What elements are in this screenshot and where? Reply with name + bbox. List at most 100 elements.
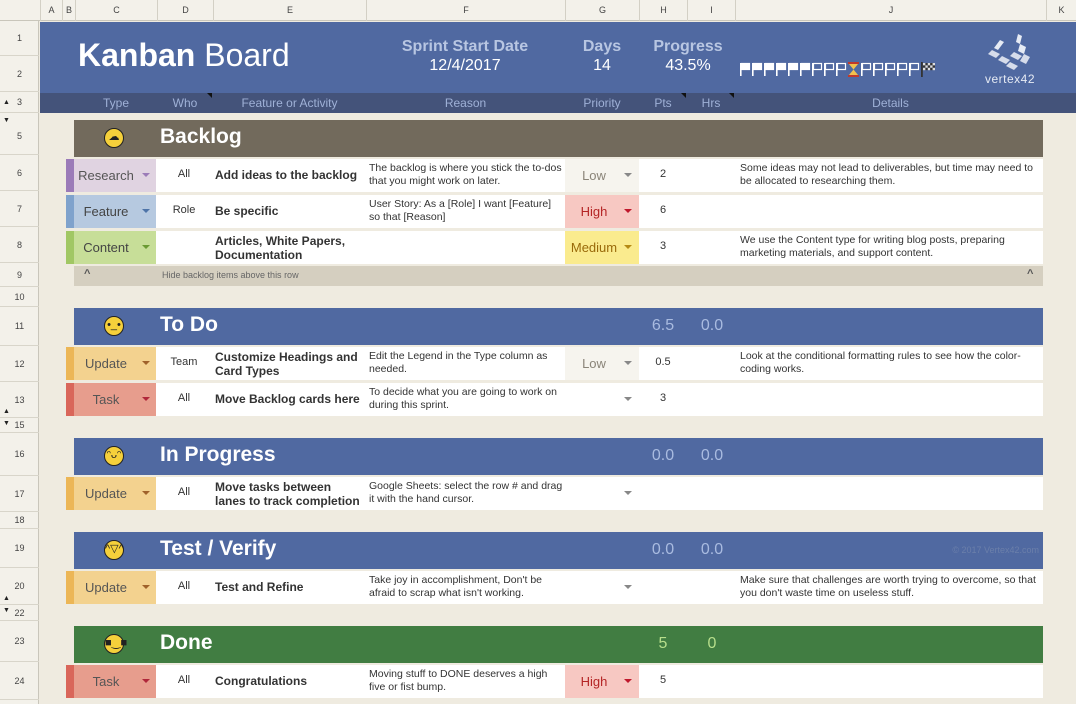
priority-dropdown[interactable]: High bbox=[565, 195, 639, 228]
card-row[interactable]: Update Team Customize Headings and Card … bbox=[66, 347, 1043, 380]
reason-cell[interactable]: Take joy in accomplishment, Don't be afr… bbox=[369, 574, 565, 600]
column-header[interactable]: E bbox=[213, 0, 366, 21]
who-cell[interactable]: All bbox=[156, 486, 212, 498]
row-header[interactable]: 9 bbox=[0, 263, 39, 287]
dropdown-arrow-icon[interactable] bbox=[142, 397, 150, 401]
dropdown-arrow-icon[interactable] bbox=[624, 361, 632, 365]
who-cell[interactable]: All bbox=[156, 392, 212, 404]
comment-indicator-icon[interactable] bbox=[207, 93, 212, 98]
type-dropdown[interactable]: Update bbox=[66, 571, 156, 604]
row-header[interactable]: 12 bbox=[0, 346, 39, 382]
type-dropdown[interactable]: Feature bbox=[66, 195, 156, 228]
column-header[interactable]: F bbox=[366, 0, 565, 21]
details-cell[interactable]: Look at the conditional formatting rules… bbox=[740, 350, 1040, 376]
expand-group-icon[interactable]: ▼ bbox=[3, 607, 10, 614]
column-header[interactable]: C bbox=[75, 0, 157, 21]
column-header[interactable]: B bbox=[62, 0, 75, 21]
pts-cell[interactable]: 5 bbox=[639, 674, 687, 686]
collapse-group-icon[interactable]: ▲ bbox=[3, 99, 10, 106]
card-row[interactable]: Update All Move tasks between lanes to t… bbox=[66, 477, 1043, 510]
select-all-corner[interactable] bbox=[0, 0, 40, 21]
row-header[interactable]: ▲ 13 bbox=[0, 382, 39, 418]
priority-dropdown[interactable]: High bbox=[565, 665, 639, 698]
row-header[interactable]: 19 bbox=[0, 529, 39, 568]
row-header[interactable]: 8 bbox=[0, 227, 39, 263]
feature-cell[interactable]: Move Backlog cards here bbox=[215, 392, 365, 406]
column-header[interactable]: A bbox=[40, 0, 62, 21]
type-dropdown[interactable]: Update bbox=[66, 347, 156, 380]
feature-cell[interactable]: Customize Headings and Card Types bbox=[215, 350, 365, 378]
priority-dropdown[interactable]: Medium bbox=[565, 231, 639, 264]
row-header[interactable]: 2 bbox=[0, 56, 39, 92]
column-header[interactable]: G bbox=[565, 0, 639, 21]
card-row[interactable]: Feature Role Be specific User Story: As … bbox=[66, 195, 1043, 228]
pts-cell[interactable]: 2 bbox=[639, 168, 687, 180]
type-dropdown[interactable]: Research bbox=[66, 159, 156, 192]
collapse-group-icon[interactable]: ▲ bbox=[3, 595, 10, 602]
details-cell[interactable]: Some ideas may not lead to deliverables,… bbox=[740, 162, 1040, 188]
column-header[interactable]: K bbox=[1046, 0, 1076, 21]
collapse-group-icon[interactable]: ▲ bbox=[3, 408, 10, 415]
who-cell[interactable]: All bbox=[156, 580, 212, 592]
row-header[interactable]: ▲ 3 bbox=[0, 92, 39, 113]
dropdown-arrow-icon[interactable] bbox=[624, 585, 632, 589]
dropdown-arrow-icon[interactable] bbox=[624, 173, 632, 177]
reason-cell[interactable]: Edit the Legend in the Type column as ne… bbox=[369, 350, 565, 376]
card-row[interactable]: Research All Add ideas to the backlog Th… bbox=[66, 159, 1043, 192]
reason-cell[interactable]: The backlog is where you stick the to-do… bbox=[369, 162, 565, 188]
details-cell[interactable]: Make sure that challenges are worth tryi… bbox=[740, 574, 1040, 600]
dropdown-arrow-icon[interactable] bbox=[142, 245, 150, 249]
row-header[interactable]: 1 bbox=[0, 21, 39, 56]
expand-group-icon[interactable]: ▼ bbox=[3, 420, 10, 427]
days-value[interactable]: 14 bbox=[565, 57, 639, 75]
reason-cell[interactable]: User Story: As a [Role] I want [Feature]… bbox=[369, 198, 565, 224]
dropdown-arrow-icon[interactable] bbox=[142, 173, 150, 177]
row-header[interactable]: 7 bbox=[0, 191, 39, 227]
row-header[interactable]: 17 bbox=[0, 476, 39, 512]
priority-dropdown[interactable] bbox=[565, 477, 639, 510]
feature-cell[interactable]: Be specific bbox=[215, 204, 365, 218]
row-header[interactable]: 18 bbox=[0, 512, 39, 529]
column-header[interactable]: J bbox=[735, 0, 1046, 21]
who-cell[interactable]: All bbox=[156, 674, 212, 686]
expand-group-icon[interactable]: ▼ bbox=[3, 117, 10, 124]
row-header[interactable]: 24 bbox=[0, 662, 39, 700]
reason-cell[interactable]: Moving stuff to DONE deserves a high fiv… bbox=[369, 668, 565, 694]
reason-cell[interactable]: To decide what you are going to work on … bbox=[369, 386, 565, 412]
row-header[interactable]: 23 bbox=[0, 621, 39, 662]
dropdown-arrow-icon[interactable] bbox=[142, 679, 150, 683]
backlog-divider-row[interactable]: ^ Hide backlog items above this row ^ bbox=[74, 266, 1043, 286]
feature-cell[interactable]: Move tasks between lanes to track comple… bbox=[215, 480, 365, 508]
dropdown-arrow-icon[interactable] bbox=[142, 585, 150, 589]
who-cell[interactable]: Role bbox=[156, 204, 212, 216]
row-header[interactable]: ▼ 5 bbox=[0, 117, 39, 155]
priority-dropdown[interactable]: Low bbox=[565, 159, 639, 192]
feature-cell[interactable]: Articles, White Papers, Documentation bbox=[215, 234, 365, 262]
row-header[interactable]: ▲ 20 bbox=[0, 568, 39, 605]
dropdown-arrow-icon[interactable] bbox=[142, 491, 150, 495]
row-header[interactable]: ▼ 22 bbox=[0, 605, 39, 621]
comment-indicator-icon[interactable] bbox=[729, 93, 734, 98]
row-header[interactable]: 6 bbox=[0, 155, 39, 191]
feature-cell[interactable]: Congratulations bbox=[215, 674, 365, 688]
card-row[interactable]: Update All Test and Refine Take joy in a… bbox=[66, 571, 1043, 604]
column-header[interactable]: D bbox=[157, 0, 213, 21]
type-dropdown[interactable]: Task bbox=[66, 665, 156, 698]
pts-cell[interactable]: 6 bbox=[639, 204, 687, 216]
column-header[interactable]: H bbox=[639, 0, 687, 21]
card-row[interactable]: Task All Congratulations Moving stuff to… bbox=[66, 665, 1043, 698]
row-header[interactable]: ▼ 15 bbox=[0, 418, 39, 433]
sprint-start-value[interactable]: 12/4/2017 bbox=[390, 57, 540, 75]
type-dropdown[interactable]: Task bbox=[66, 383, 156, 416]
pts-cell[interactable]: 3 bbox=[639, 240, 687, 252]
priority-dropdown[interactable] bbox=[565, 571, 639, 604]
column-header[interactable]: I bbox=[687, 0, 735, 21]
priority-dropdown[interactable]: Low bbox=[565, 347, 639, 380]
who-cell[interactable]: Team bbox=[156, 356, 212, 368]
dropdown-arrow-icon[interactable] bbox=[624, 397, 632, 401]
feature-cell[interactable]: Add ideas to the backlog bbox=[215, 168, 365, 182]
details-cell[interactable]: We use the Content type for writing blog… bbox=[740, 234, 1040, 260]
pts-cell[interactable]: 3 bbox=[639, 392, 687, 404]
dropdown-arrow-icon[interactable] bbox=[142, 209, 150, 213]
dropdown-arrow-icon[interactable] bbox=[624, 245, 632, 249]
